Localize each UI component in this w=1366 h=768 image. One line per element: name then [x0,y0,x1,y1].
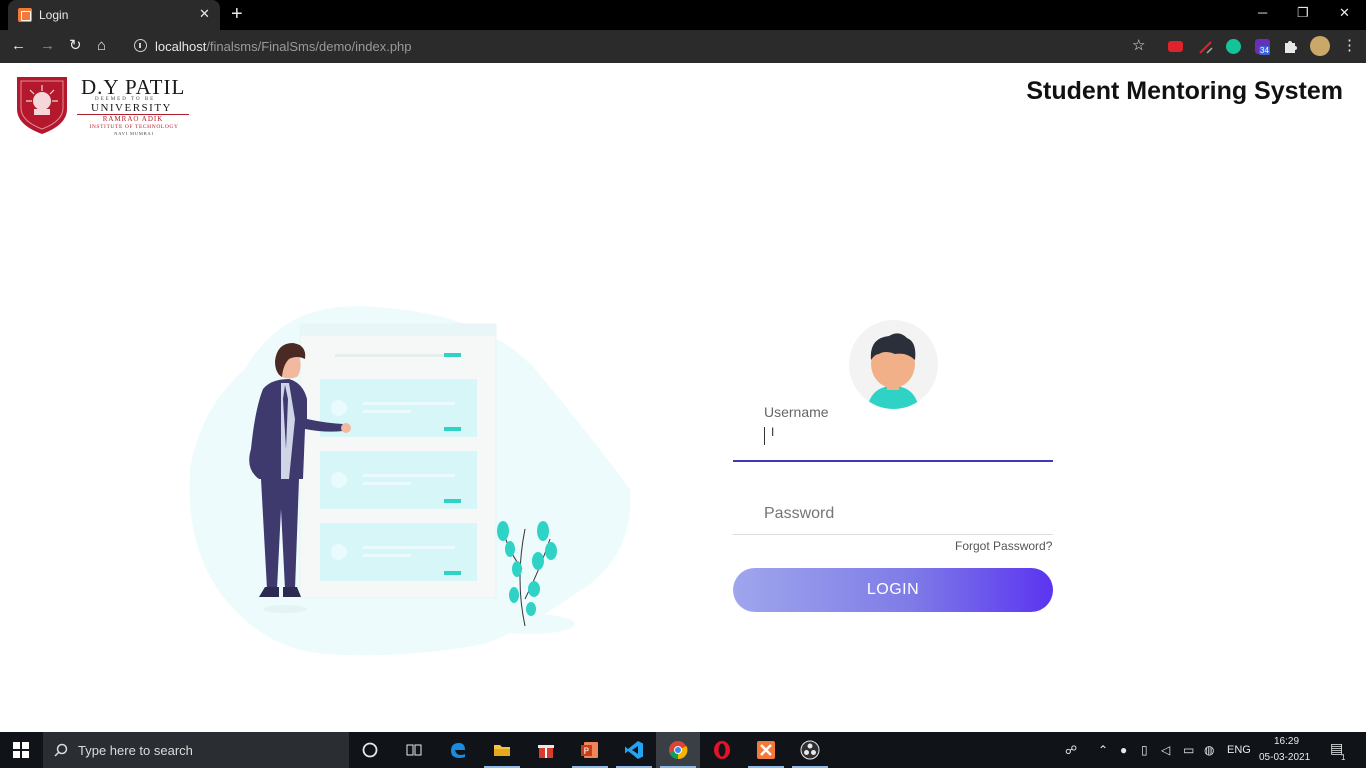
page-title: Student Mentoring System [1026,77,1343,105]
password-underline [733,534,1053,535]
password-field [733,493,1053,537]
user-avatar-icon [849,320,938,409]
network-globe-icon[interactable]: ◍ [1204,743,1214,757]
logo-university: UNIVERSITY [91,102,172,114]
username-input[interactable] [733,425,1053,451]
taskbar-search-box[interactable]: Type here to search [43,732,349,768]
password-input[interactable] [733,499,1053,529]
search-placeholder: Type here to search [78,743,193,758]
notification-count: 1 [1341,753,1346,762]
site-info-icon[interactable] [134,39,147,52]
xampp-favicon-icon [18,8,32,22]
username-label: Username [764,404,829,420]
grammarly-icon[interactable] [1226,39,1241,54]
forward-button[interactable]: → [40,37,55,55]
logo-institute: INSTITUTE OF TECHNOLOGY [89,124,179,130]
tab-title: Login [39,8,69,22]
extension-purple-icon[interactable]: 34 [1255,39,1270,55]
text-cursor [764,427,765,445]
clock-time[interactable]: 16:29 [1274,736,1299,747]
windows-taskbar: Type here to search P ☍ ⌃ ● ▯ ◁ ▭ ◍ ENG … [0,732,1366,768]
people-icon[interactable]: ☍ [1065,743,1077,757]
gift-app-icon[interactable] [524,732,568,768]
browser-toolbar: ← → ↻ ⌂ localhost/finalsms/FinalSms/demo… [0,30,1366,63]
ibeam-cursor-icon: I [771,425,775,439]
address-bar[interactable]: localhost/finalsms/FinalSms/demo/index.p… [124,33,1156,60]
show-hidden-icons-icon[interactable]: ⌃ [1098,743,1108,757]
clock-date[interactable]: 05-03-2021 [1259,752,1310,763]
extensions-puzzle-icon[interactable] [1283,39,1298,54]
extension-pen-icon[interactable] [1198,39,1213,54]
obs-icon[interactable] [788,732,832,768]
file-explorer-icon[interactable] [480,732,524,768]
minimize-window-button[interactable]: ─ [1258,5,1267,21]
maximize-window-button[interactable]: ❐ [1297,5,1309,21]
microphone-icon[interactable]: ● [1120,743,1127,757]
vscode-icon[interactable] [612,732,656,768]
back-button[interactable]: ← [11,37,26,55]
login-page: D.Y PATIL DEEMED TO BE UNIVERSITY RAMRAO… [0,63,1366,732]
search-icon [54,743,68,757]
task-view-icon[interactable] [392,732,436,768]
powerpoint-icon[interactable]: P [568,732,612,768]
cortana-icon[interactable] [348,732,392,768]
logo-city: NAVI MUMBAI [114,131,154,136]
browser-menu-icon[interactable]: ⋮ [1342,37,1357,55]
opera-icon[interactable] [700,732,744,768]
phone-link-icon[interactable]: ▯ [1141,743,1148,757]
battery-icon[interactable]: ▭ [1183,743,1194,757]
login-illustration [189,306,631,656]
chrome-icon[interactable] [656,732,700,768]
windows-start-icon[interactable] [13,742,29,758]
bookmark-star-icon[interactable]: ☆ [1132,36,1145,54]
extension-badge: 34 [1259,46,1270,55]
forgot-password-link[interactable]: Forgot Password? [955,539,1052,553]
browser-tab[interactable]: Login ✕ [8,0,220,30]
tab-close-icon[interactable]: ✕ [199,6,210,22]
svg-text:P: P [584,747,590,757]
logo-subtitle: RAMRAO ADIK [77,114,189,123]
university-logo: D.Y PATIL DEEMED TO BE UNIVERSITY RAMRAO… [15,73,195,136]
language-indicator[interactable]: ENG [1227,744,1251,756]
browser-tab-strip: Login ✕ + ─ ❐ ✕ [0,0,1366,30]
close-window-button[interactable]: ✕ [1339,5,1350,21]
university-shield-icon [17,77,67,134]
new-tab-button[interactable]: + [231,3,243,25]
edge-icon[interactable] [436,732,480,768]
url-text[interactable]: localhost/finalsms/FinalSms/demo/index.p… [155,39,412,54]
home-button[interactable]: ⌂ [97,37,106,55]
volume-icon[interactable]: ◁ [1161,743,1170,757]
reload-button[interactable]: ↻ [69,37,82,55]
profile-avatar-icon[interactable] [1310,36,1330,56]
login-button[interactable]: LOGIN [733,568,1053,612]
username-field: Username I [733,401,1053,463]
xampp-icon[interactable] [744,732,788,768]
username-underline [733,460,1053,462]
extension-red-icon[interactable] [1168,41,1183,52]
